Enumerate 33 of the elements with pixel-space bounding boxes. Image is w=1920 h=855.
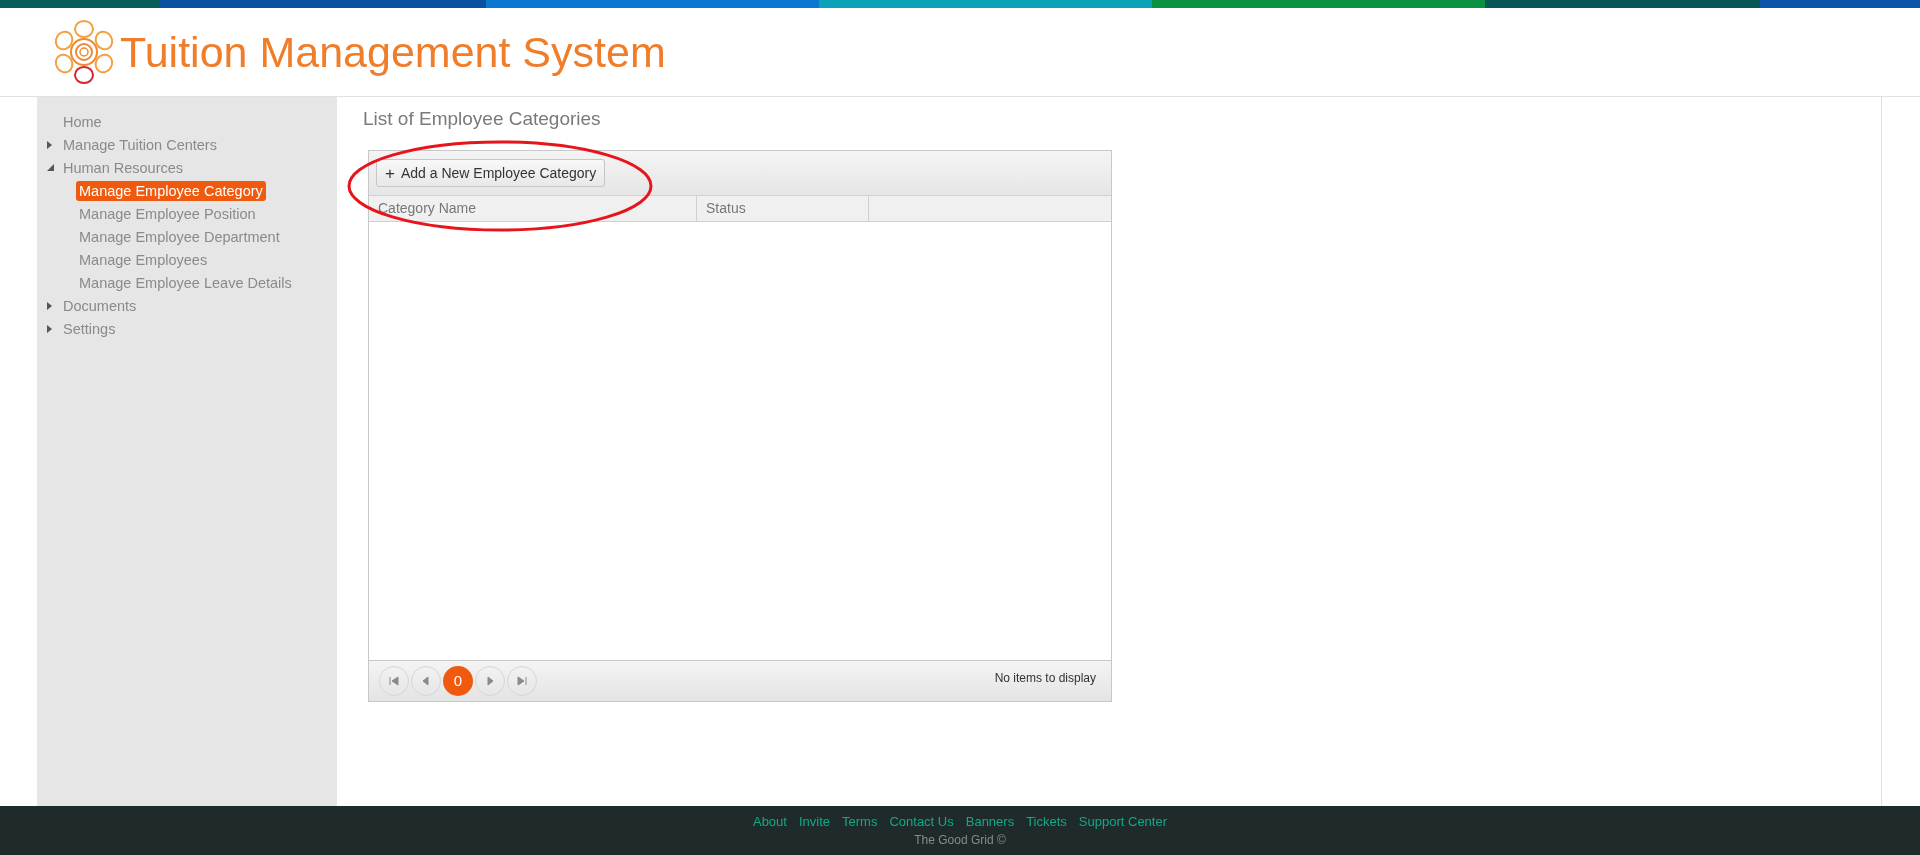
footer-link[interactable]: Banners [965,811,1015,832]
column-header[interactable]: Category Name [369,196,697,221]
page-number-button[interactable]: 0 [443,666,473,696]
sidebar-item[interactable]: Home [60,111,105,132]
column-header[interactable]: Status [697,196,869,221]
expanded-triangle-icon[interactable] [47,164,54,171]
collapsed-triangle-icon[interactable] [47,301,52,310]
footer-link[interactable]: Terms [842,811,878,832]
last-triangle-icon [516,675,528,687]
sidebar-item[interactable]: Manage Employee Department [76,226,283,247]
pager-info: No items to display [994,670,1096,687]
copyright-text: The Good Grid © [914,832,1006,850]
sidebar-item[interactable]: Human Resources [60,157,187,178]
sidebar-item[interactable]: Manage Employee Leave Details [76,272,295,293]
sidebar-item[interactable]: Manage Employees [76,249,211,270]
prev-triangle-icon [420,675,432,687]
collapsed-triangle-icon[interactable] [47,140,52,149]
next-triangle-icon [484,675,496,687]
footer-link[interactable]: Support Center [1078,811,1168,832]
footer-link[interactable]: Invite [798,811,831,832]
footer-link[interactable]: About [752,811,787,832]
sidebar-item[interactable]: Settings [60,318,119,339]
footer-link[interactable]: Tickets [1026,811,1067,832]
first-triangle-icon [388,675,400,687]
sidebar-item[interactable]: Manage Tuition Centers [60,134,220,155]
page-title: List of Employee Categories [363,107,602,131]
collapsed-triangle-icon[interactable] [47,324,52,333]
sidebar-item[interactable]: Manage Employee Position [76,203,259,224]
add-category-button[interactable]: + Add a New Employee Category [376,159,606,187]
sidebar-item[interactable]: Documents [60,295,140,316]
footer-link[interactable]: Contact Us [889,811,954,832]
sidebar-item[interactable]: Manage Employee Category [76,180,266,201]
app-title: Tuition Management System [120,30,666,74]
